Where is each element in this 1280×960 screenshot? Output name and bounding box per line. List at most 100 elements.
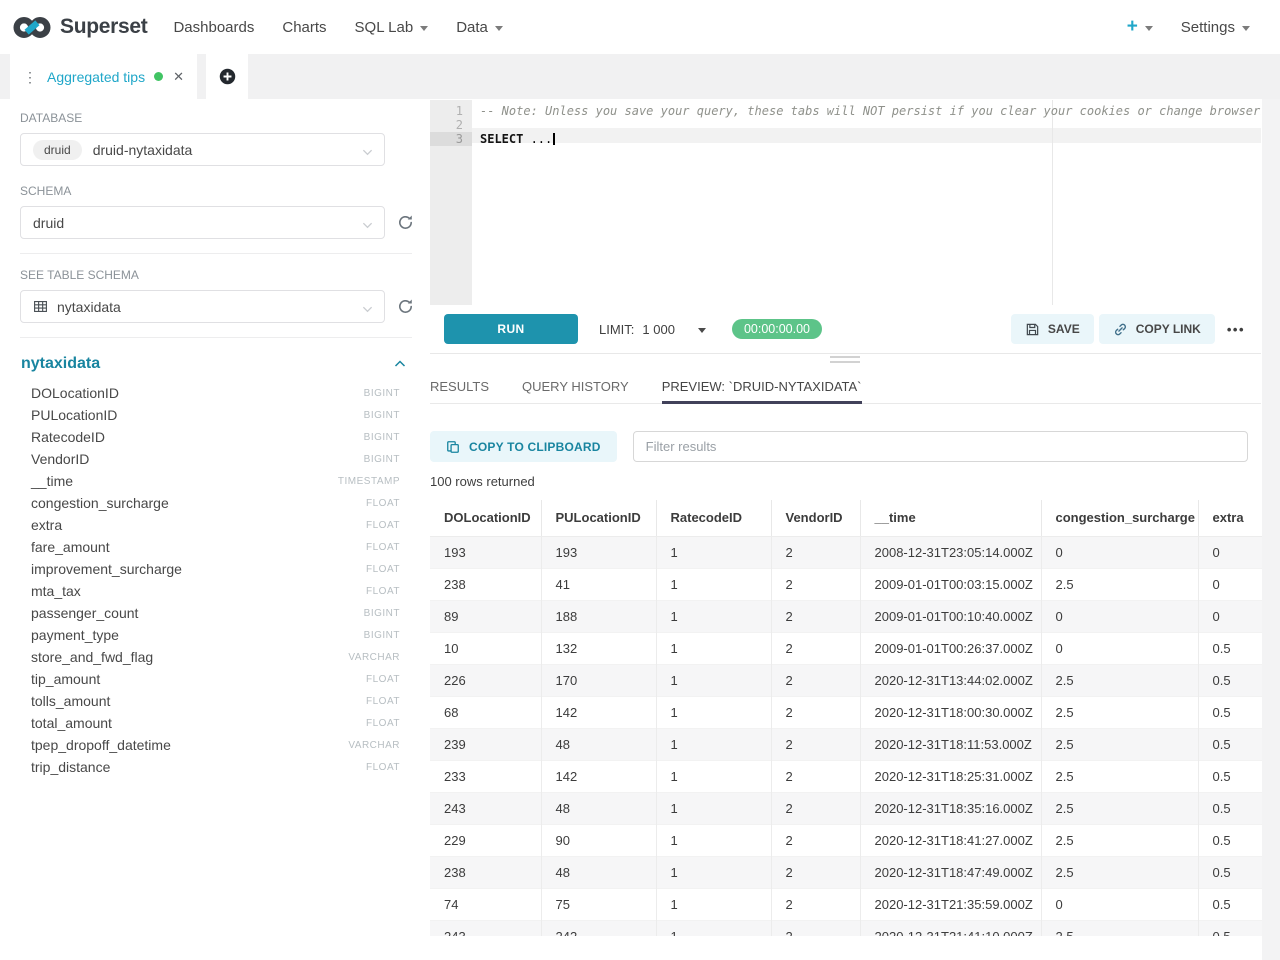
column-header[interactable]: extra — [1198, 500, 1262, 536]
table-cell: 2 — [771, 632, 860, 664]
column-type: TIMESTAMP — [338, 476, 400, 487]
chevron-down-icon — [362, 145, 373, 163]
schema-column-row: RatecodeIDBIGINT — [20, 426, 400, 448]
table-cell: 89 — [430, 600, 541, 632]
query-tab-strip: ⋮ Aggregated tips ✕ — [0, 54, 1280, 99]
column-name: tip_amount — [31, 671, 100, 687]
settings-label: Settings — [1181, 19, 1235, 36]
infinity-logo-icon — [13, 14, 51, 41]
table-select[interactable]: nytaxidata — [20, 290, 385, 323]
schema-select-value: druid — [33, 215, 64, 231]
table-cell: 142 — [541, 760, 656, 792]
tab-results[interactable]: RESULTS — [430, 371, 489, 404]
table-header-row: DOLocationIDPULocationIDRatecodeIDVendor… — [430, 500, 1262, 536]
more-actions-button[interactable]: ••• — [1220, 322, 1252, 337]
nav-item-sql-lab[interactable]: SQL Lab — [341, 19, 443, 36]
settings-menu[interactable]: Settings — [1181, 19, 1250, 36]
column-type: FLOAT — [366, 718, 400, 729]
tab-preview[interactable]: PREVIEW: `DRUID-NYTAXIDATA` — [662, 371, 862, 404]
table-cell: 233 — [430, 760, 541, 792]
table-cell: 2009-01-01T00:26:37.000Z — [860, 632, 1041, 664]
drag-handle-icon[interactable]: ⋮ — [23, 70, 37, 84]
table-cell: 193 — [541, 536, 656, 568]
limit-dropdown[interactable]: LIMIT: 1 000 — [599, 322, 706, 337]
new-tab-button[interactable] — [206, 54, 248, 99]
table-cell: 48 — [541, 792, 656, 824]
table-cell: 2 — [771, 760, 860, 792]
schema-column-row: passenger_countBIGINT — [20, 602, 400, 624]
column-header[interactable]: congestion_surcharge — [1041, 500, 1198, 536]
nav-item-data[interactable]: Data — [442, 19, 517, 36]
close-icon[interactable]: ✕ — [173, 69, 184, 85]
column-type: VARCHAR — [348, 652, 400, 663]
table-cell: 2.5 — [1041, 920, 1198, 936]
pane-resize-handle[interactable] — [830, 356, 860, 366]
vertical-scrollbar[interactable] — [1262, 99, 1280, 960]
refresh-schemas-button[interactable] — [396, 213, 415, 232]
column-header[interactable]: VendorID — [771, 500, 860, 536]
table-cell: 2 — [771, 728, 860, 760]
table-cell: 1 — [656, 824, 771, 856]
tab-aggregated-tips[interactable]: ⋮ Aggregated tips ✕ — [10, 54, 197, 99]
table-cell: 2 — [771, 600, 860, 632]
table-cell: 2020-12-31T18:41:27.000Z — [860, 824, 1041, 856]
column-type: FLOAT — [366, 542, 400, 553]
results-table: DOLocationIDPULocationIDRatecodeIDVendor… — [430, 500, 1262, 936]
schema-column-row: VendorIDBIGINT — [20, 448, 400, 470]
table-row: 226170122020-12-31T13:44:02.000Z2.50.5 — [430, 664, 1262, 696]
database-select[interactable]: druid druid-nytaxidata — [20, 133, 385, 166]
refresh-tables-button[interactable] — [396, 297, 415, 316]
see-table-schema-label: SEE TABLE SCHEMA — [20, 268, 421, 282]
superset-logo[interactable]: Superset — [13, 14, 147, 41]
table-cell: 2.5 — [1041, 728, 1198, 760]
column-type: BIGINT — [364, 608, 400, 619]
column-name: extra — [31, 517, 62, 533]
schema-select[interactable]: druid — [20, 206, 385, 239]
column-header[interactable]: PULocationID — [541, 500, 656, 536]
new-dropdown-button[interactable]: + — [1127, 16, 1153, 38]
table-cell: 0.5 — [1198, 632, 1262, 664]
filter-results-input[interactable] — [633, 431, 1248, 462]
column-name: payment_type — [31, 627, 119, 643]
sql-editor[interactable]: 123 -- Note: Unless you save your query,… — [430, 100, 1261, 305]
table-cell: 2 — [771, 792, 860, 824]
table-cell: 170 — [541, 664, 656, 696]
copy-to-clipboard-button[interactable]: COPY TO CLIPBOARD — [430, 431, 617, 462]
rows-returned-text: 100 rows returned — [430, 474, 535, 489]
table-cell: 0.5 — [1198, 888, 1262, 920]
table-cell: 2.5 — [1041, 696, 1198, 728]
table-cell: 239 — [430, 728, 541, 760]
table-cell: 0 — [1041, 888, 1198, 920]
table-cell: 229 — [430, 824, 541, 856]
results-table-container[interactable]: DOLocationIDPULocationIDRatecodeIDVendor… — [430, 500, 1262, 936]
schema-column-row: congestion_surchargeFLOAT — [20, 492, 400, 514]
table-cell: 2008-12-31T23:05:14.000Z — [860, 536, 1041, 568]
table-cell: 2020-12-31T13:44:02.000Z — [860, 664, 1041, 696]
table-schema-header[interactable]: nytaxidata — [20, 355, 406, 373]
copy-link-button[interactable]: COPY LINK — [1099, 314, 1215, 344]
column-type: FLOAT — [366, 762, 400, 773]
table-cell: 142 — [541, 696, 656, 728]
save-button[interactable]: SAVE — [1011, 314, 1094, 344]
table-cell: 2 — [771, 824, 860, 856]
nav-item-label: Data — [456, 19, 488, 36]
column-header[interactable]: RatecodeID — [656, 500, 771, 536]
tab-query-history[interactable]: QUERY HISTORY — [522, 371, 629, 404]
table-cell: 1 — [656, 728, 771, 760]
column-type: BIGINT — [364, 410, 400, 421]
table-cell: 1 — [656, 888, 771, 920]
table-icon — [33, 299, 48, 314]
table-cell: 2.5 — [1041, 664, 1198, 696]
table-cell: 48 — [541, 728, 656, 760]
column-name: mta_tax — [31, 583, 81, 599]
table-cell: 0 — [1041, 600, 1198, 632]
table-cell: 2.5 — [1041, 568, 1198, 600]
nav-item-dashboards[interactable]: Dashboards — [159, 19, 268, 36]
column-header[interactable]: DOLocationID — [430, 500, 541, 536]
column-header[interactable]: __time — [860, 500, 1041, 536]
schema-column-row: fare_amountFLOAT — [20, 536, 400, 558]
run-button[interactable]: RUN — [444, 314, 578, 344]
table-cell: 2 — [771, 664, 860, 696]
sqllab-sidebar: DATABASE druid druid-nytaxidata SCHEMA d… — [0, 99, 421, 960]
nav-item-charts[interactable]: Charts — [268, 19, 340, 36]
